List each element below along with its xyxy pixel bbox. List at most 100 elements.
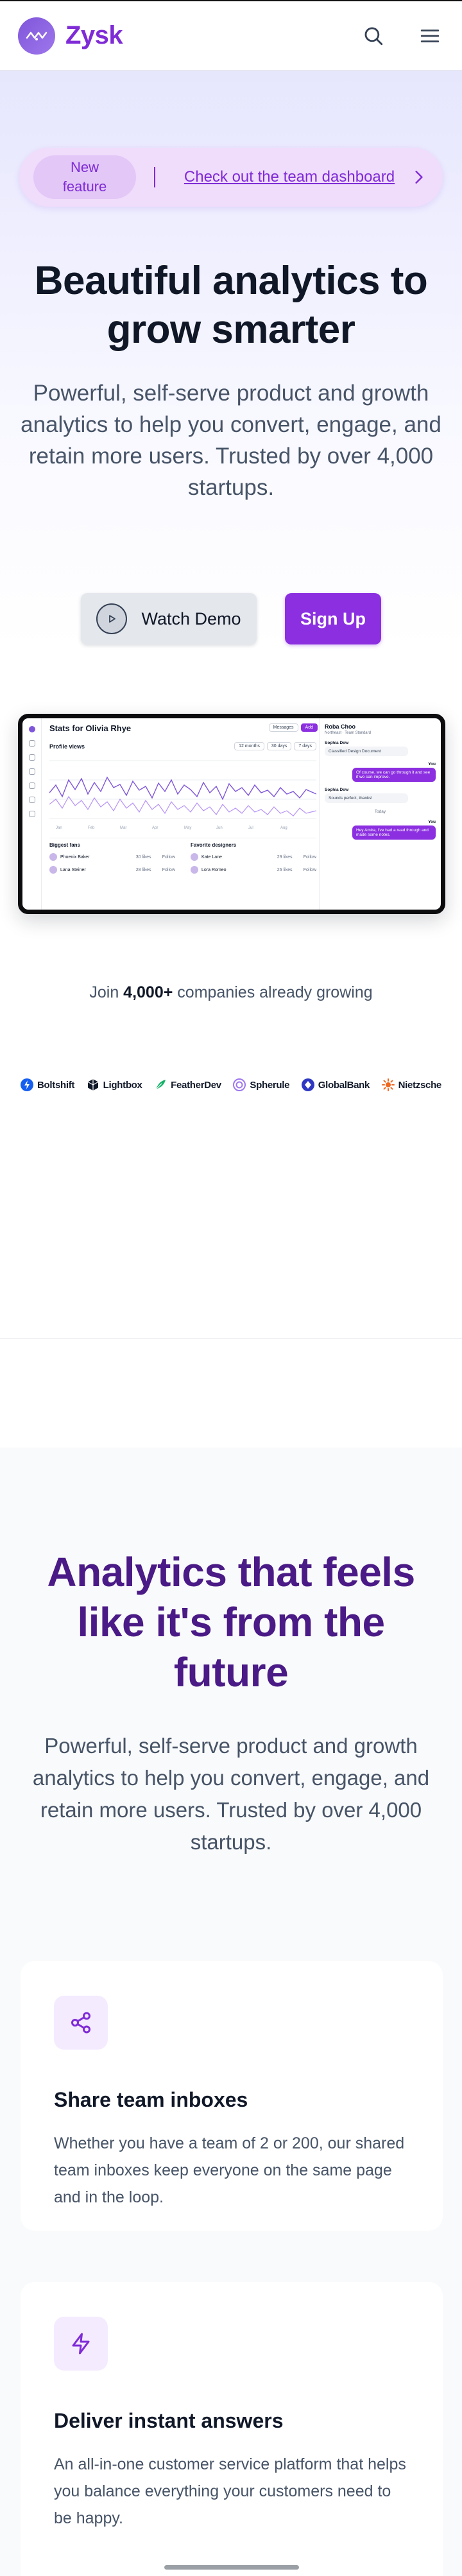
chevron-right-icon — [409, 170, 429, 184]
feature-card: Deliver instant answers An all-in-one cu… — [21, 2282, 443, 2576]
sign-up-button[interactable]: Sign Up — [285, 593, 381, 644]
list-item-action: Follow — [162, 854, 175, 860]
announcement-banner[interactable]: New feature Check out the team dashboard — [19, 148, 443, 207]
list-item: Phoenix Baker 30 likes Follow — [49, 853, 175, 861]
message-text: Of course, we can go through it and see … — [352, 768, 436, 782]
logo-nietzsche: Nietzsche — [381, 1078, 442, 1091]
divider — [154, 167, 155, 187]
chat-message: Sophia Dow Classified Design Document — [325, 741, 436, 756]
avatar — [191, 866, 198, 874]
dashboard-mockup: Stats for Olivia Rhye Messages Add Profi… — [18, 714, 445, 914]
chat-date-divider: Today — [374, 809, 386, 814]
message-text: Classified Design Document — [325, 747, 408, 756]
logo-name: FeatherDev — [171, 1079, 221, 1091]
message-text: Sounds perfect, thanks! — [325, 793, 408, 803]
svg-text:Jun: Jun — [216, 826, 223, 830]
favorite-designers-list: Favorite designers Kate Lane 29 likes Foll… — [191, 842, 316, 879]
brand-name: Zysk — [65, 21, 123, 49]
chat-message: Sophia Dow Sounds perfect, thanks! — [325, 788, 436, 803]
list-item-action: Follow — [162, 867, 175, 872]
mockup-sidebar — [22, 718, 42, 910]
feature-title: Deliver instant answers — [54, 2409, 284, 2432]
logo-name: Spherule — [250, 1079, 290, 1091]
list-title: Biggest fans — [49, 842, 81, 848]
features-subtitle: Powerful, self-serve product and growth … — [32, 1734, 430, 1854]
watch-demo-button[interactable]: Watch Demo — [81, 593, 257, 644]
list-item: Lora Romeo 26 likes Follow — [191, 866, 316, 874]
chat-message: You Hey Amira, I've had a read through a… — [325, 820, 436, 840]
share-icon — [54, 1996, 108, 2050]
sun-icon — [381, 1078, 395, 1091]
feature-body: Whether you have a team of 2 or 200, our… — [54, 2134, 405, 2206]
chat-name: Roba Choo — [325, 723, 355, 730]
range-option: 12 months — [234, 742, 264, 750]
logo-featherdev: FeatherDev — [154, 1078, 221, 1091]
list-item: Lana Steiner 28 likes Follow — [49, 866, 175, 874]
profile-views-chart: Jan Feb Mar Apr May Jun Jul Aug — [49, 760, 317, 830]
page: Zysk New feature Check out the team dash… — [0, 0, 462, 2576]
mockup-chat-panel: Roba Choo Northeast · Team Standard Soph… — [319, 718, 441, 910]
feature-card: Share team inboxes Whether you have a te… — [21, 1961, 443, 2231]
feature-title: Share team inboxes — [54, 2088, 248, 2111]
list-item: Kate Lane 29 likes Follow — [191, 853, 316, 861]
header-actions — [359, 22, 444, 50]
mockup-section-title: Profile views — [49, 743, 85, 750]
avatar — [49, 853, 57, 861]
logo-globalbank: GlobalBank — [301, 1078, 370, 1091]
range-option: 7 days — [294, 742, 316, 750]
sphere-icon — [233, 1078, 246, 1091]
list-title: Favorite designers — [191, 842, 237, 848]
feature-body: An all-in-one customer service platform … — [54, 2455, 406, 2527]
svg-text:Aug: Aug — [280, 826, 287, 830]
list-item-action: Follow — [303, 854, 316, 860]
home-indicator — [164, 2565, 299, 2570]
list-item-meta: 29 likes — [277, 854, 293, 860]
mockup-messages-button: Messages — [268, 723, 298, 732]
logo-lightbox: Lightbox — [87, 1078, 142, 1091]
customer-logos: Boltshift Lightbox FeatherDev Spherule G… — [21, 1078, 441, 1091]
features-title: Analytics that feels like it's from the … — [47, 1549, 415, 1695]
globe-icon — [301, 1078, 314, 1091]
chat-status: Northeast · Team Standard — [325, 731, 371, 735]
logo-name: Lightbox — [103, 1079, 142, 1091]
join-suffix: companies already growing — [173, 983, 373, 1001]
svg-text:Feb: Feb — [88, 826, 95, 830]
mockup-main: Stats for Olivia Rhye Messages Add Profi… — [42, 718, 324, 910]
avatar — [191, 853, 198, 861]
message-text: Hey Amira, I've had a read through and m… — [352, 826, 436, 840]
brand[interactable]: Zysk — [18, 17, 123, 55]
message-author: Sophia Dow — [325, 788, 349, 792]
message-author: You — [428, 820, 436, 824]
message-author: Sophia Dow — [325, 741, 349, 745]
new-feature-badge: New feature — [33, 155, 136, 199]
search-icon[interactable] — [359, 22, 388, 50]
list-item-name: Lana Steiner — [60, 867, 86, 872]
menu-icon[interactable] — [416, 22, 444, 50]
feather-icon — [155, 1080, 166, 1090]
logo-mark — [18, 17, 55, 55]
logo-spherule: Spherule — [233, 1078, 289, 1091]
list-item-name: Lora Romeo — [201, 867, 227, 872]
logo-boltshift: Boltshift — [21, 1078, 74, 1091]
biggest-fans-list: Biggest fans Phoenix Baker 30 likes Follow… — [49, 842, 175, 879]
list-item-meta: 26 likes — [277, 867, 293, 872]
mockup-add-button: Add — [300, 723, 318, 732]
bolt-icon — [21, 1078, 33, 1091]
chat-message: You Of course, we can go through it and … — [325, 762, 436, 782]
logo-name: Boltshift — [37, 1079, 75, 1091]
logo-name: Nietzsche — [398, 1079, 442, 1091]
chart-line-primary — [49, 776, 317, 800]
hero-subtitle: Powerful, self-serve product and growth … — [21, 381, 441, 500]
lightning-icon — [54, 2317, 108, 2371]
join-count: 4,000+ — [123, 983, 173, 1001]
cube-icon — [87, 1079, 98, 1091]
hero-title: Beautiful analytics to grow smarter — [34, 259, 428, 352]
range-option: 30 days — [266, 742, 292, 750]
svg-text:May: May — [184, 826, 191, 830]
list-item-meta: 30 likes — [135, 854, 151, 860]
team-dashboard-link[interactable]: Check out the team dashboard — [169, 166, 409, 188]
logo-name: GlobalBank — [318, 1079, 370, 1091]
features-section: Analytics that feels like it's from the … — [0, 1448, 462, 2576]
avatar — [49, 866, 57, 874]
svg-text:Jul: Jul — [248, 826, 253, 830]
